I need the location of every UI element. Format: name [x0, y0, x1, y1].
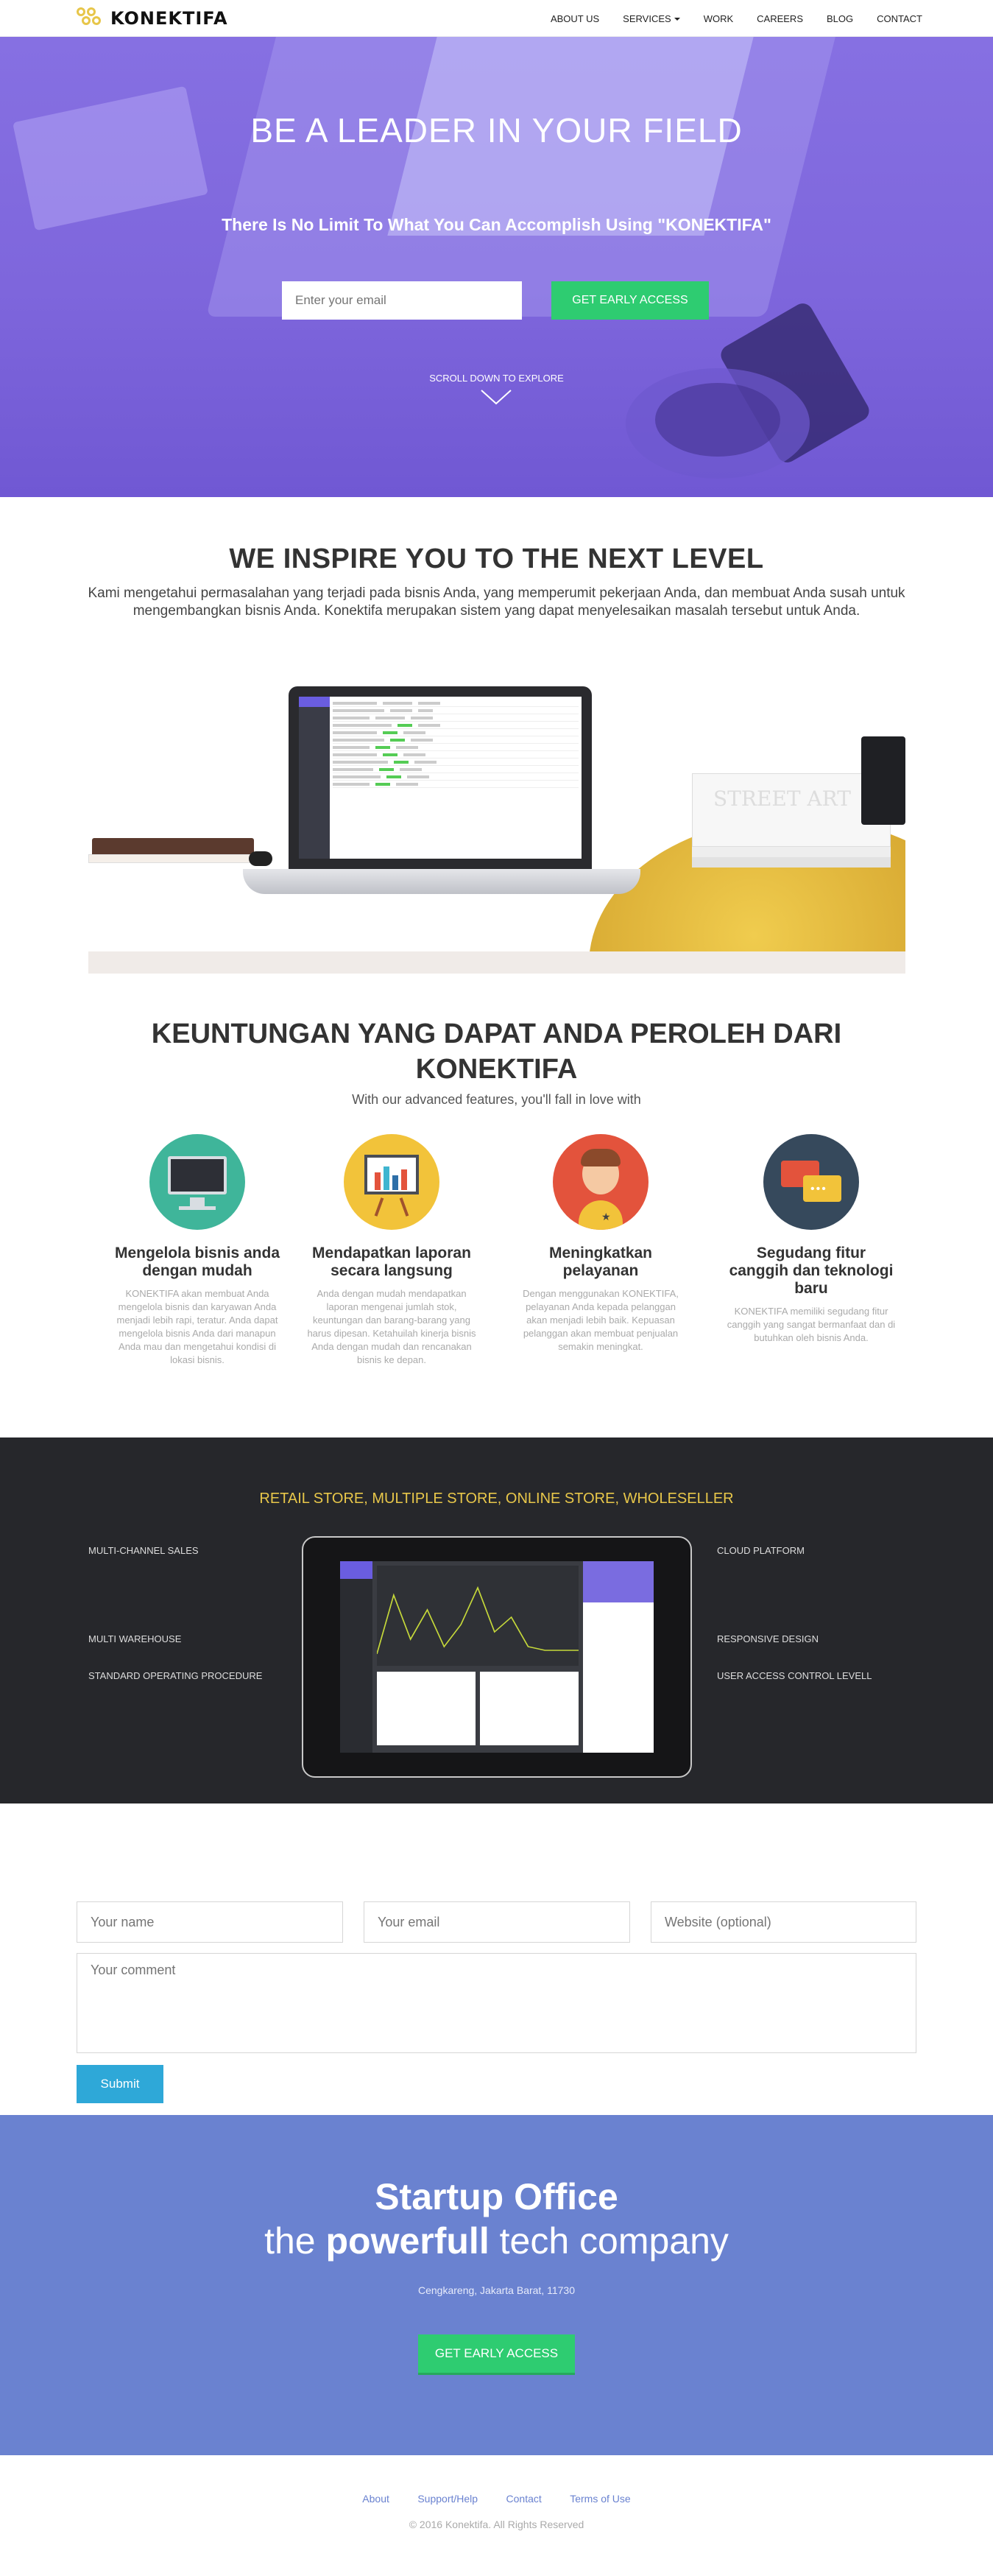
feature-label: RESPONSIVE DESIGN [717, 1633, 819, 1644]
footer-link-contact[interactable]: Contact [506, 2493, 542, 2505]
footer-links: About Support/Help Contact Terms of Use [0, 2493, 993, 2506]
tagline-pre: the [264, 2220, 316, 2262]
brand-name: KONEKTIFA [110, 8, 228, 29]
footer-link-terms[interactable]: Terms of Use [570, 2493, 630, 2505]
menu-item-services-label: SERVICES [623, 13, 671, 24]
feature-card-service: ★ Meningkatkan pelayanan Dengan mengguna… [515, 1134, 686, 1354]
hero-section: BE A LEADER IN YOUR FIELD There Is No Li… [0, 37, 993, 497]
pen-holder-image [861, 736, 905, 825]
hero-subtitle: There Is No Limit To What You Can Accomp… [222, 215, 771, 234]
laptop-desk-image: STREET ART [88, 678, 905, 974]
caret-down-icon [674, 18, 680, 21]
benefits-title: KEUNTUNGAN YANG DAPAT ANDA PEROLEH DARI … [151, 1018, 842, 1085]
feature-text: KONEKTIFA akan membuat Anda mengelola bi… [116, 1288, 278, 1365]
get-early-access-button[interactable]: GET EARLY ACCESS [551, 281, 709, 320]
inspire-text: Kami mengetahui permasalahan yang terjad… [88, 585, 905, 619]
feature-text: Anda dengan mudah mendapatkan laporan me… [307, 1288, 476, 1365]
hero-email-input[interactable] [282, 281, 522, 320]
feature-label: CLOUD PLATFORM [717, 1545, 805, 1556]
feature-label: USER ACCESS CONTROL LEVELL [717, 1670, 872, 1681]
coffee-image [655, 383, 780, 457]
tablet-dashboard-image [302, 1536, 692, 1778]
feature-card-reports: Mendapatkan laporan secara langsung Anda… [306, 1134, 477, 1367]
feature-label: MULTI-CHANNEL SALES [88, 1545, 199, 1556]
inspire-title: WE INSPIRE YOU TO THE NEXT LEVEL [229, 543, 764, 574]
feature-title: Mengelola bisnis anda dengan mudah [114, 1245, 280, 1279]
book-title: STREET ART [713, 786, 851, 811]
feature-label: STANDARD OPERATING PROCEDURE [88, 1670, 263, 1681]
monitor-icon [149, 1134, 245, 1230]
tagline-bold: powerfull [325, 2220, 490, 2262]
startup-section: Startup Office the powerfull tech compan… [0, 2115, 993, 2455]
email-input[interactable] [364, 1901, 630, 1943]
book-pages-image [88, 854, 258, 863]
scroll-down-text[interactable]: SCROLL DOWN TO EXPLORE [0, 373, 993, 384]
startup-get-early-access-button[interactable]: GET EARLY ACCESS [418, 2334, 575, 2373]
name-input[interactable] [77, 1901, 343, 1943]
startup-tagline: the powerfull tech company [0, 2220, 993, 2262]
hero-signup-form: GET EARLY ACCESS [282, 281, 709, 320]
logo[interactable]: KONEKTIFA [77, 7, 228, 29]
platform-section: RETAIL STORE, MULTIPLE STORE, ONLINE STO… [0, 1437, 993, 1803]
menu-item-services[interactable]: SERVICES [623, 13, 680, 24]
desk-surface [88, 951, 905, 974]
footer-link-about[interactable]: About [362, 2493, 389, 2505]
startup-title: Startup Office [375, 2176, 618, 2217]
laptop-app-image [289, 686, 592, 869]
feature-title: Meningkatkan pelayanan [548, 1245, 653, 1279]
chevron-down-icon[interactable] [480, 389, 512, 405]
comment-textarea[interactable] [77, 1953, 916, 2053]
menu-item-careers[interactable]: CAREERS [757, 13, 803, 24]
hero-title: BE A LEADER IN YOUR FIELD [250, 111, 743, 149]
menu-item-work[interactable]: WORK [704, 13, 733, 24]
presentation-chart-icon [344, 1134, 439, 1230]
mouse-image [249, 851, 272, 866]
feature-card-manage: Mengelola bisnis anda dengan mudah KONEK… [112, 1134, 283, 1367]
laptop-base-image [243, 869, 640, 894]
menu-item-about-us[interactable]: ABOUT US [551, 13, 599, 24]
feature-label: MULTI WAREHOUSE [88, 1633, 182, 1644]
feature-text: Dengan menggunakan KONEKTIFA, pelayanan … [523, 1288, 679, 1352]
user-star-icon: ★ [553, 1134, 649, 1230]
menu-item-blog[interactable]: BLOG [827, 13, 853, 24]
feature-card-technology: ••• Segudang fitur canggih dan teknologi… [726, 1134, 897, 1345]
benefits-subtitle: With our advanced features, you'll fall … [352, 1092, 641, 1107]
startup-address: Cengkareng, Jakarta Barat, 11730 [418, 2284, 575, 2296]
footer-link-support[interactable]: Support/Help [417, 2493, 478, 2505]
feature-text: KONEKTIFA memiliki segudang fitur canggi… [727, 1306, 896, 1343]
menu-item-contact[interactable]: CONTACT [877, 13, 922, 24]
chat-bubbles-icon: ••• [763, 1134, 859, 1230]
navbar: KONEKTIFA ABOUT US SERVICES WORK CAREERS… [0, 0, 993, 37]
platform-title: RETAIL STORE, MULTIPLE STORE, ONLINE STO… [259, 1491, 734, 1507]
tagline-post: tech company [499, 2220, 729, 2262]
feature-title: Segudang fitur canggih dan teknologi bar… [729, 1245, 894, 1297]
feature-title: Mendapatkan laporan secara langsung [312, 1245, 471, 1279]
website-input[interactable] [651, 1901, 916, 1943]
submit-button[interactable]: Submit [77, 2065, 163, 2103]
logo-mark-icon [77, 7, 106, 29]
main-menu: ABOUT US SERVICES WORK CAREERS BLOG CONT… [527, 0, 922, 37]
copyright: © 2016 Konektifa. All Rights Reserved [409, 2519, 584, 2530]
